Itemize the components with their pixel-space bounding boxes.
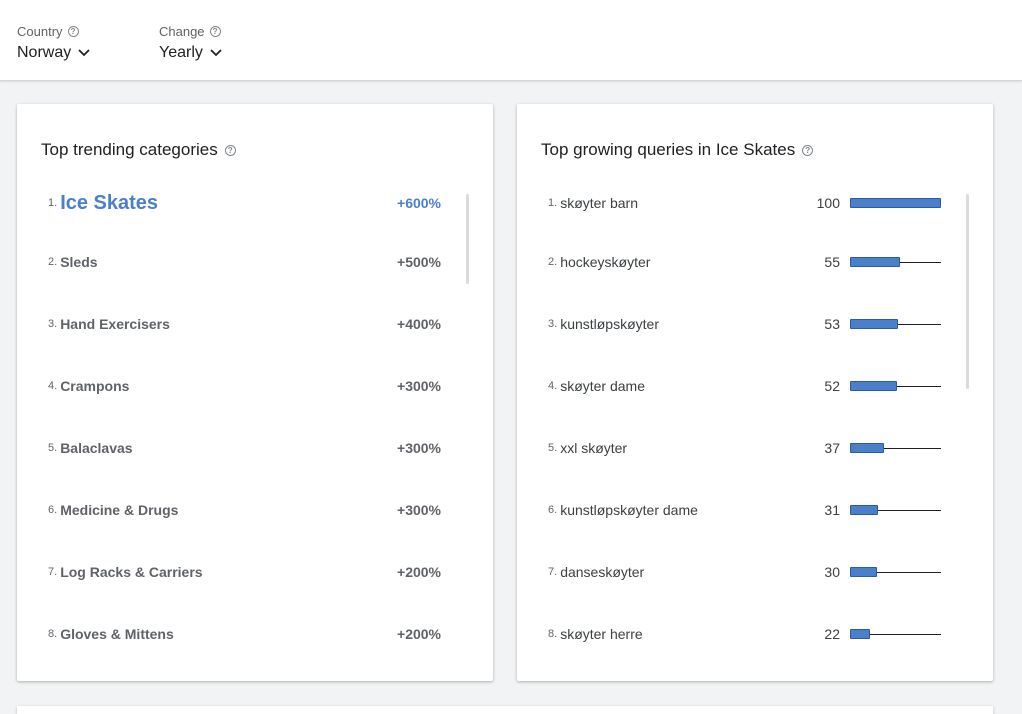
query-item[interactable]: 6. kunstløpskøyter dame 31 [548,498,948,522]
bar-fill [850,567,877,577]
query-item[interactable]: 4. skøyter dame 52 [548,374,948,398]
category-item[interactable]: 3. Hand Exercisers +400% [48,312,441,336]
chevron-down-icon [210,49,222,57]
category-name: Hand Exercisers [60,316,170,332]
category-change: +200% [397,564,441,580]
category-item[interactable]: 6. Medicine & Drugs +300% [48,498,441,522]
bar-fill [850,319,898,329]
bar-fill [850,198,941,208]
query-name: danseskøyter [560,564,645,580]
bar-fill [850,505,878,515]
category-change: +200% [397,626,441,642]
change-filter-value: Yearly [159,44,203,61]
category-change: +300% [397,440,441,456]
bar-fill [850,443,884,453]
query-name: kunstløpskøyter [560,316,659,332]
category-item[interactable]: 2. Sleds +500% [48,250,441,274]
bar-fill [850,381,897,391]
query-value: 53 [824,316,840,332]
bar-fill [850,257,900,267]
chevron-down-icon [78,49,90,57]
category-name: Sleds [60,254,98,270]
help-icon[interactable]: ? [224,144,236,156]
country-filter-value: Norway [17,44,72,61]
query-value: 22 [824,626,840,642]
query-value: 31 [824,502,840,518]
category-item[interactable]: 8. Gloves & Mittens +200% [48,622,441,646]
change-filter-label: Change [159,23,205,39]
card-title: Top trending categories [41,140,218,159]
scrollbar[interactable] [966,194,969,389]
category-name: Log Racks & Carriers [60,564,203,580]
query-value: 100 [816,195,840,211]
query-name: skøyter dame [560,378,645,394]
filter-bar: Country ? Norway Change ? Yearly [0,0,1022,81]
query-name: skøyter barn [560,195,638,211]
help-icon[interactable]: ? [67,25,79,37]
query-value: 52 [824,378,840,394]
query-name: kunstløpskøyter dame [560,502,698,518]
query-item[interactable]: 7. danseskøyter 30 [548,560,948,584]
category-name: Gloves & Mittens [60,626,174,642]
query-value: 55 [824,254,840,270]
category-item[interactable]: 5. Balaclavas +300% [48,436,441,460]
top-growing-queries-card: Top growing queries in Ice Skates ? 1. s… [517,104,993,681]
query-item[interactable]: 2. hockeyskøyter 55 [548,250,948,274]
query-value: 37 [824,440,840,456]
category-change: +300% [397,502,441,518]
category-name: Ice Skates [60,191,159,214]
query-name: xxl skøyter [560,440,628,456]
category-item[interactable]: 4. Crampons +300% [48,374,441,398]
top-trending-categories-card: Top trending categories ? 1. Ice Skates … [17,104,493,681]
query-name: skøyter herre [560,626,643,642]
category-change: +300% [397,378,441,394]
category-change: +600% [397,195,441,211]
query-item[interactable]: 3. kunstløpskøyter 53 [548,312,948,336]
country-filter[interactable]: Country ? Norway [17,23,90,62]
category-name: Medicine & Drugs [60,502,179,518]
query-name: hockeyskøyter [560,254,651,270]
query-item[interactable]: 1. skøyter barn 100 [548,191,948,215]
country-filter-label: Country [17,23,63,39]
category-item[interactable]: 1. Ice Skates +600% [48,191,441,215]
next-card [17,706,993,714]
query-value: 30 [824,564,840,580]
query-item[interactable]: 5. xxl skøyter 37 [548,436,948,460]
category-item[interactable]: 7. Log Racks & Carriers +200% [48,560,441,584]
help-icon[interactable]: ? [209,25,221,37]
card-title: Top growing queries in Ice Skates [541,140,796,159]
bar-fill [850,629,870,639]
category-change: +500% [397,254,441,270]
query-item[interactable]: 8. skøyter herre 22 [548,622,948,646]
category-change: +400% [397,316,441,332]
category-name: Crampons [60,378,130,394]
help-icon[interactable]: ? [802,144,814,156]
category-name: Balaclavas [60,440,133,456]
scrollbar[interactable] [466,194,469,284]
change-filter[interactable]: Change ? Yearly [159,23,222,62]
